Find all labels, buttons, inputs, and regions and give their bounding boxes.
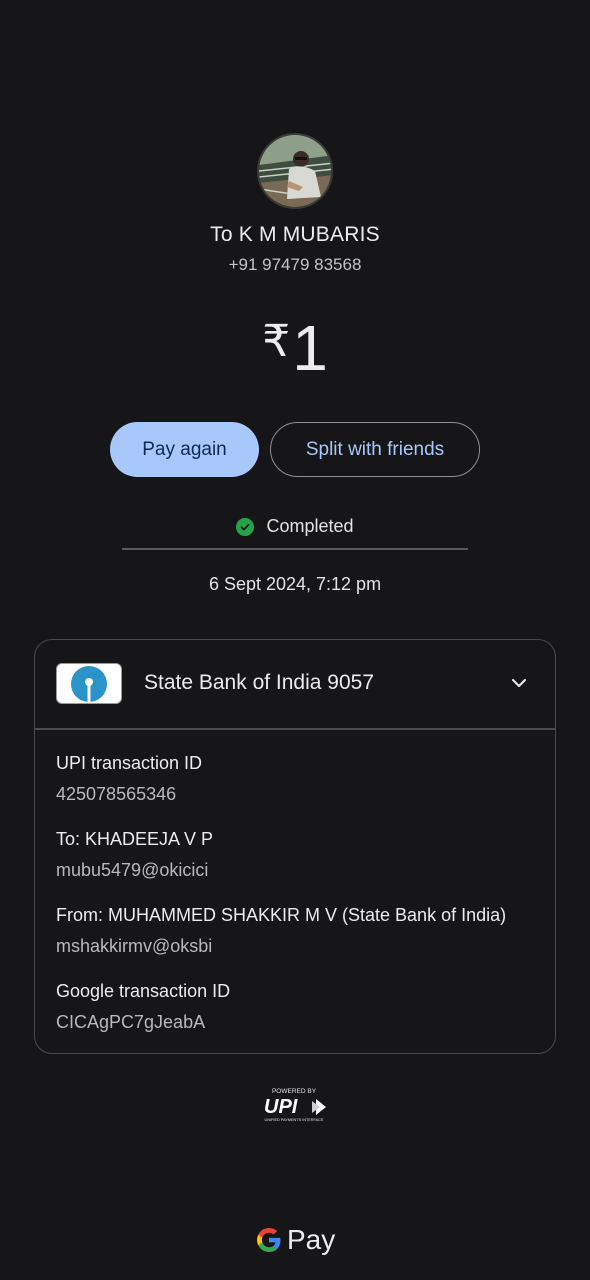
amount: ₹1 bbox=[0, 302, 590, 388]
google-g-icon bbox=[257, 1228, 281, 1252]
check-circle-icon bbox=[236, 517, 255, 536]
to-upi-id: mubu5479@okicici bbox=[56, 860, 209, 880]
status-divider bbox=[122, 548, 468, 550]
google-transaction-id-value: CICAgPC7gJeabA bbox=[56, 1012, 206, 1032]
card-divider bbox=[35, 728, 555, 730]
from-upi-id: mshakkirmv@oksbi bbox=[56, 936, 213, 956]
payee-name: To K M MUBARIS bbox=[210, 223, 380, 246]
google-transaction-id-label: Google transaction ID bbox=[56, 981, 231, 1001]
google-pay-logo: Pay bbox=[255, 1222, 335, 1258]
payee-avatar bbox=[257, 133, 333, 209]
split-with-friends-button[interactable]: Split with friends bbox=[270, 422, 480, 477]
powered-by-upi-logo: POWERED BY UPI UNIFIED PAYMENTS INTERFAC… bbox=[260, 1085, 330, 1125]
bank-account-expander[interactable]: State Bank of India 9057 bbox=[35, 640, 555, 728]
chevron-down-icon[interactable] bbox=[509, 673, 529, 693]
from-label: From: MUHAMMED SHAKKIR M V (State Bank o… bbox=[56, 905, 507, 925]
upi-tagline: UNIFIED PAYMENTS INTERFACE bbox=[265, 1118, 324, 1122]
status-text: Completed bbox=[266, 516, 354, 536]
amount-value: 1 bbox=[292, 312, 328, 384]
currency-symbol: ₹ bbox=[262, 317, 291, 366]
transaction-date: 6 Sept 2024, 7:12 pm bbox=[208, 574, 382, 594]
powered-by-text: POWERED BY bbox=[272, 1088, 317, 1095]
pay-wordmark: Pay bbox=[287, 1224, 336, 1255]
payee-phone: +91 97479 83568 bbox=[228, 255, 362, 274]
upi-transaction-id-label: UPI transaction ID bbox=[56, 753, 203, 773]
pay-again-button[interactable]: Pay again bbox=[110, 422, 259, 477]
sbi-logo-icon bbox=[56, 663, 122, 704]
bank-account-name: State Bank of India 9057 bbox=[144, 671, 375, 694]
to-label: To: KHADEEJA V P bbox=[56, 829, 214, 849]
transaction-details-card: State Bank of India 9057 UPI transaction… bbox=[34, 639, 556, 1054]
upi-transaction-id-value: 425078565346 bbox=[56, 784, 177, 804]
status-row: Completed bbox=[0, 516, 590, 537]
upi-logo-text: UPI bbox=[264, 1096, 298, 1118]
transaction-details-screen: To K M MUBARIS +91 97479 83568 ₹1 Pay ag… bbox=[0, 0, 590, 1280]
